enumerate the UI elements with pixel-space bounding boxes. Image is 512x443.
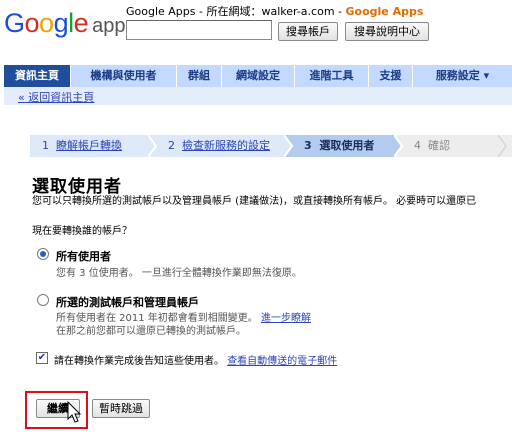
test-accounts-radio[interactable] bbox=[37, 294, 49, 306]
test-accounts-revert-note: 在那之前您都可以還原已轉換的測試帳戶。 bbox=[56, 326, 246, 337]
all-users-title: 所有使用者 bbox=[56, 250, 111, 263]
google-logo-text: Google bbox=[4, 8, 89, 38]
notify-users-row: 請在轉換作業完成後告知這些使用者。 查看自動傳送的電子郵件 bbox=[54, 352, 337, 367]
main-nav: 資訊主頁 機構與使用者 群組 網域設定 進階工具 支援 服務設定 ▾ bbox=[4, 65, 512, 87]
learn-more-link[interactable]: 進一步瞭解 bbox=[261, 313, 311, 324]
step-1[interactable]: 1 瞭解帳戶轉換 bbox=[30, 135, 156, 157]
step-4: 4 確認 bbox=[402, 135, 512, 157]
test-accounts-title: 所選的測試帳戶和管理員帳戶 bbox=[56, 296, 199, 309]
tab-advanced-tools[interactable]: 進階工具 bbox=[295, 65, 369, 87]
back-to-dashboard-link[interactable]: « 返回資訊主頁 bbox=[18, 89, 94, 105]
all-users-description: 您有 3 位使用者。 一旦進行全體轉換作業即無法復原。 bbox=[56, 268, 302, 279]
domain-separator: - bbox=[334, 5, 346, 18]
step-3-label: 選取使用者 bbox=[319, 139, 375, 152]
step-arrow-icon bbox=[148, 135, 162, 157]
notify-users-checkbox[interactable]: ✔ bbox=[36, 352, 48, 364]
step-arrow-icon bbox=[394, 135, 408, 157]
notify-users-label: 請在轉換作業完成後告知這些使用者。 bbox=[54, 356, 228, 367]
domain-prefix: Google Apps - 所在網域： bbox=[126, 5, 262, 18]
tab-domain-settings[interactable]: 網域設定 bbox=[222, 65, 295, 87]
step-2[interactable]: 2 檢查新服務的設定 bbox=[156, 135, 292, 157]
select-question: 現在要轉換誰的帳戶？ bbox=[32, 226, 132, 237]
view-auto-email-link[interactable]: 查看自動傳送的電子郵件 bbox=[227, 356, 337, 367]
step-2-label[interactable]: 檢查新服務的設定 bbox=[182, 139, 270, 152]
step-1-number: 1 bbox=[42, 139, 49, 152]
step-3-number: 3 bbox=[304, 139, 312, 152]
step-4-number: 4 bbox=[414, 139, 421, 152]
search-accounts-button[interactable]: 搜尋帳戶 bbox=[278, 22, 338, 41]
back-bar: « 返回資訊主頁 bbox=[4, 87, 512, 105]
step-2-number: 2 bbox=[168, 139, 175, 152]
tab-support[interactable]: 支援 bbox=[369, 65, 413, 87]
step-progress: 1 瞭解帳戶轉換 2 檢查新服務的設定 3 選取使用者 4 確認 bbox=[30, 135, 512, 157]
page-description: 您可以只轉換所選的測試帳戶以及管理員帳戶 (建議做法)，或直接轉換所有帳戶。 必… bbox=[32, 196, 477, 207]
step-end-arrow-icon bbox=[498, 135, 507, 157]
domain-name: walker-a.com bbox=[261, 5, 335, 18]
brand-name: Google Apps bbox=[345, 5, 424, 18]
step-4-label: 確認 bbox=[428, 139, 450, 152]
step-1-label[interactable]: 瞭解帳戶轉換 bbox=[56, 139, 122, 152]
tab-groups[interactable]: 群組 bbox=[177, 65, 222, 87]
step-arrow-icon bbox=[284, 135, 298, 157]
domain-line: Google Apps - 所在網域：walker-a.com - Google… bbox=[126, 3, 423, 19]
tab-dashboard[interactable]: 資訊主頁 bbox=[4, 65, 71, 87]
skip-for-now-button[interactable]: 暫時跳過 bbox=[92, 399, 150, 418]
tab-service-settings[interactable]: 服務設定 ▾ bbox=[413, 65, 512, 87]
mouse-cursor-icon bbox=[67, 401, 82, 423]
google-apps-logo: Google apps bbox=[4, 8, 136, 39]
tab-org-users[interactable]: 機構與使用者 bbox=[71, 65, 177, 87]
search-help-center-button[interactable]: 搜尋說明中心 bbox=[345, 22, 429, 41]
all-users-radio[interactable] bbox=[37, 248, 49, 260]
step-3: 3 選取使用者 bbox=[292, 135, 402, 157]
search-input[interactable] bbox=[126, 20, 272, 40]
